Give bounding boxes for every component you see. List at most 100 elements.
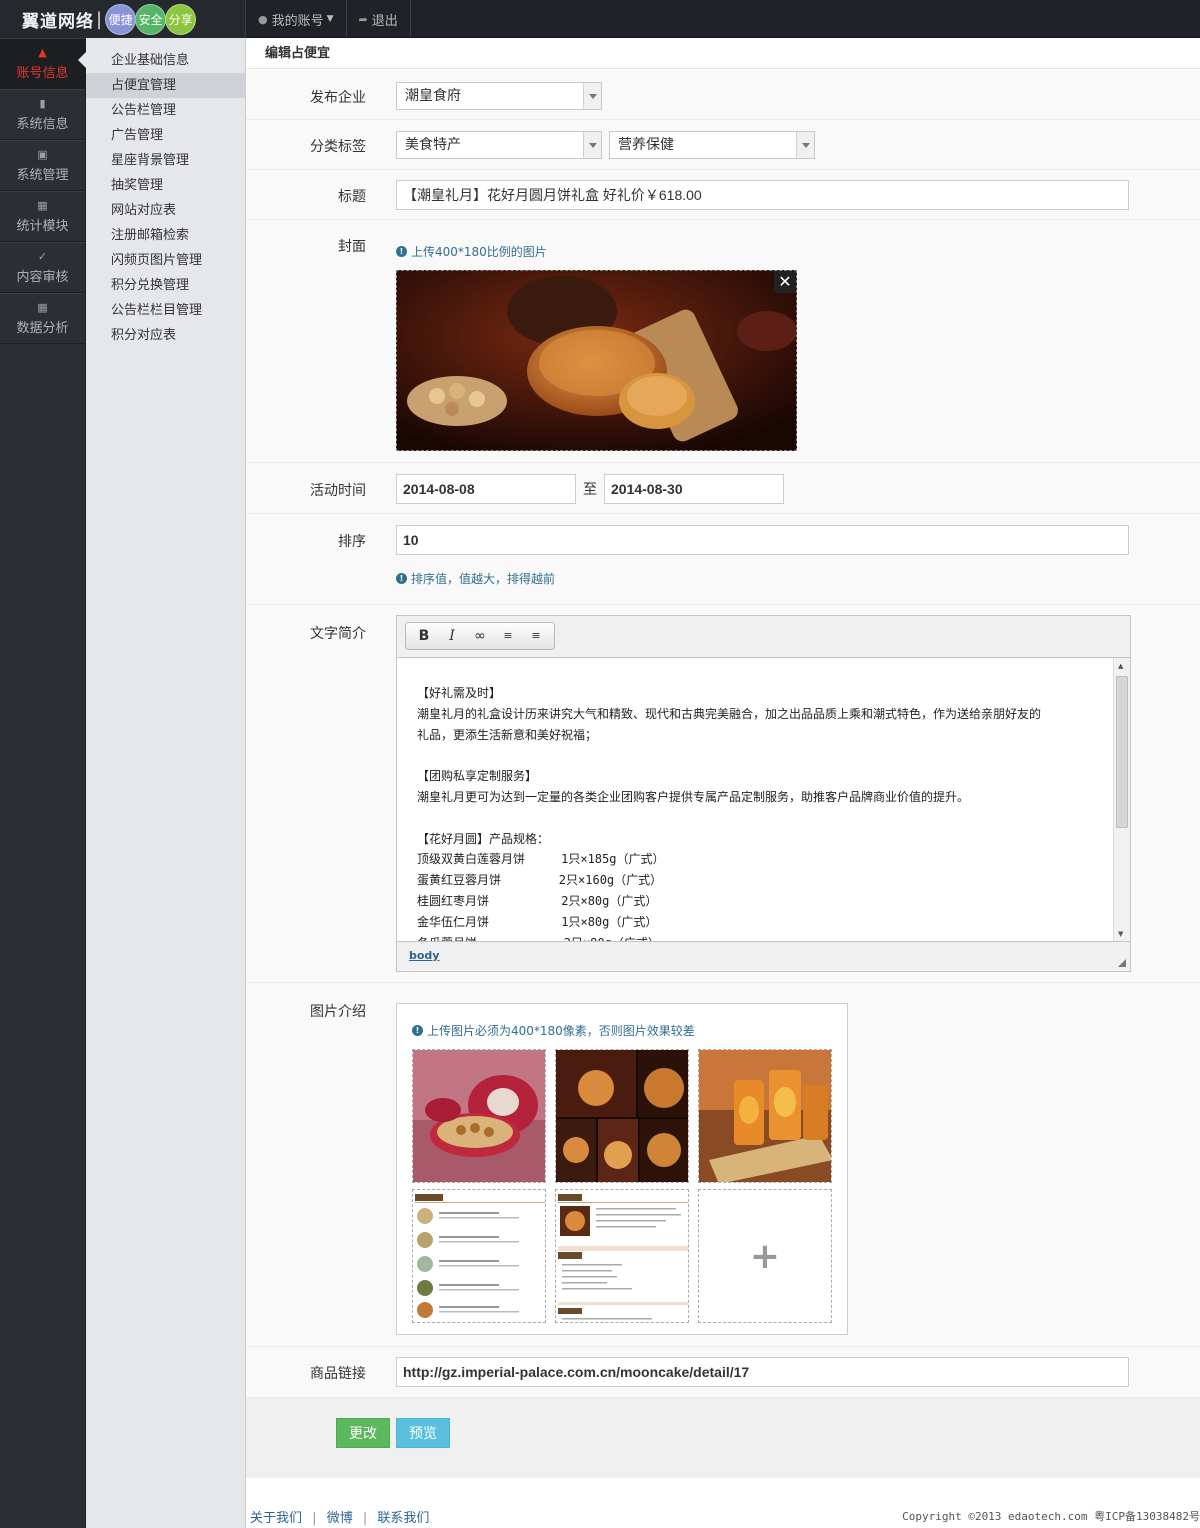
link-label: 商品链接 xyxy=(310,1366,366,1382)
gallery-image-brochure-2[interactable] xyxy=(555,1189,689,1323)
product-link-input[interactable]: http://gz.imperial-palace.com.cn/mooncak… xyxy=(396,1357,1129,1387)
brand-logo[interactable]: 翼道网络 | 便捷 安全 分享 xyxy=(0,0,246,38)
company-select-value: 潮皇食府 xyxy=(405,88,461,104)
sidenav-item-system-manage[interactable]: ▣ 系统管理 xyxy=(0,140,85,191)
submenu-item-active[interactable]: 占便宜管理 xyxy=(86,73,245,98)
submenu-item[interactable]: 公告栏栏目管理 xyxy=(86,298,245,323)
form-row-category: 分类标签 美食特产 营养保健 xyxy=(246,120,1200,170)
main-content: 编辑占便宜 发布企业 潮皇食府 分类标签 美食特产 营养保健 标题 【潮皇礼月】… xyxy=(246,38,1200,1528)
category-select-secondary[interactable]: 营养保健 xyxy=(609,131,815,159)
gallery-image-brochure-1[interactable] xyxy=(412,1189,546,1323)
sort-label: 排序 xyxy=(338,534,366,550)
submenu-item[interactable]: 抽奖管理 xyxy=(86,173,245,198)
top-nav: ● 我的账号 ▼ ➦ 退出 xyxy=(246,0,411,38)
cover-image[interactable]: ✕ xyxy=(396,270,797,451)
editor-content-area[interactable]: 【好礼需及时】 潮皇礼月的礼盒设计历来讲究大气和精致、现代和古典完美融合，加之出… xyxy=(397,658,1130,942)
category-select-primary[interactable]: 美食特产 xyxy=(396,131,602,159)
close-icon[interactable]: ✕ xyxy=(774,271,796,293)
cover-label: 封面 xyxy=(338,239,366,255)
add-image-button[interactable]: + xyxy=(698,1189,832,1323)
editor-status-bar: body xyxy=(397,941,1130,971)
cover-hint-text: 上传400*180比例的图片 xyxy=(411,245,547,259)
brand-separator: | xyxy=(96,8,103,30)
logout-link[interactable]: ➦ 退出 xyxy=(347,0,411,38)
unordered-list-icon[interactable]: ≡ xyxy=(522,623,550,649)
sidenav-item-system-info[interactable]: ▮ 系统信息 xyxy=(0,89,85,140)
bold-icon[interactable]: B xyxy=(410,623,438,649)
grid-icon: ▦ xyxy=(37,199,48,212)
date-range-separator: 至 xyxy=(583,482,597,498)
element-path-link[interactable]: body xyxy=(409,949,439,962)
editor-line: 礼品，更添生活新意和美好祝福； xyxy=(417,727,598,742)
side-nav: ▲ 账号信息 ▮ 系统信息 ▣ 系统管理 ▦ 统计模块 ✓ 内容审核 ▦ 数据分… xyxy=(0,38,86,1528)
signal-icon: ▮ xyxy=(39,97,46,110)
scroll-down-icon[interactable]: ▼ xyxy=(1118,930,1123,938)
submenu-item[interactable]: 积分兑换管理 xyxy=(86,273,245,298)
sidenav-item-account[interactable]: ▲ 账号信息 xyxy=(0,38,85,89)
end-date-input[interactable]: 2014-08-30 xyxy=(604,474,784,504)
preview-button[interactable]: 预览 xyxy=(396,1418,450,1448)
gallery-image-collage[interactable] xyxy=(555,1049,689,1183)
sidenav-label: 数据分析 xyxy=(16,321,69,336)
form-row-cover: 封面 ! 上传400*180比例的图片 ✕ xyxy=(246,220,1200,463)
intro-label: 文字简介 xyxy=(310,626,366,642)
editor-line: 【好礼需及时】 xyxy=(417,686,502,700)
start-date-input[interactable]: 2014-08-08 xyxy=(396,474,576,504)
editor-line: 潮皇礼月更可为达到一定量的各类企业团购客户提供专属产品定制服务，助推客户品牌商业… xyxy=(417,789,970,804)
link-icon[interactable]: ∞ xyxy=(466,623,494,649)
brochure-info-image xyxy=(556,1190,688,1322)
footer-link-weibo[interactable]: 微博 xyxy=(327,1511,353,1526)
format-button-group: B I ∞ ≡ ≡ xyxy=(405,622,555,650)
info-icon: ! xyxy=(396,573,407,584)
editor-scrollbar[interactable]: ▲ ▼ xyxy=(1113,658,1130,942)
sidenav-item-statistics[interactable]: ▦ 统计模块 xyxy=(0,191,85,242)
scrollbar-thumb[interactable] xyxy=(1116,676,1128,828)
sidenav-item-review[interactable]: ✓ 内容审核 xyxy=(0,242,85,293)
grid-icon: ▦ xyxy=(37,301,48,314)
submenu-item[interactable]: 星座背景管理 xyxy=(86,148,245,173)
copyright-text: Copyright ©2013 edaotech.com 粤ICP备130384… xyxy=(902,1510,1200,1523)
gift-box-photo xyxy=(413,1050,545,1182)
editor-line: 桂圆红枣月饼 2只×80g（广式） xyxy=(417,893,658,908)
brand-badge-safe: 安全 xyxy=(135,3,167,35)
brand-badge-convenient: 便捷 xyxy=(105,3,137,35)
editor-line: 【花好月圆】产品规格： xyxy=(417,831,550,846)
submenu-item[interactable]: 广告管理 xyxy=(86,123,245,148)
submenu-item[interactable]: 注册邮箱检索 xyxy=(86,223,245,248)
sliced-mooncake-photo xyxy=(699,1050,831,1182)
ordered-list-icon[interactable]: ≡ xyxy=(494,623,522,649)
caret-down-icon: ▼ xyxy=(326,14,334,24)
sidenav-item-analytics[interactable]: ▦ 数据分析 xyxy=(0,293,85,344)
form-row-intro: 文字简介 B I ∞ ≡ ≡ 【好礼需及时】 潮皇礼月的礼盒设计历来讲究大气和精… xyxy=(246,605,1200,983)
company-select[interactable]: 潮皇食府 xyxy=(396,82,602,110)
scroll-up-icon[interactable]: ▲ xyxy=(1118,662,1123,670)
gallery-hint: ! 上传图片必须为400*180像素，否则图片效果较差 xyxy=(412,1022,695,1039)
form-row-gallery: 图片介绍 ! 上传图片必须为400*180像素，否则图片效果较差 + xyxy=(246,983,1200,1347)
footer-link-about[interactable]: 关于我们 xyxy=(250,1511,302,1526)
gallery-image-gift-box[interactable] xyxy=(412,1049,546,1183)
submenu-item[interactable]: 积分对应表 xyxy=(86,323,245,348)
my-account-dropdown[interactable]: ● 我的账号 ▼ xyxy=(246,0,347,38)
submenu-item[interactable]: 网站对应表 xyxy=(86,198,245,223)
footer-link-contact[interactable]: 联系我们 xyxy=(377,1511,429,1526)
brochure-page-image xyxy=(413,1190,545,1322)
submenu-item[interactable]: 公告栏管理 xyxy=(86,98,245,123)
submenu-item[interactable]: 企业基础信息 xyxy=(86,48,245,73)
italic-icon[interactable]: I xyxy=(438,623,466,649)
resize-handle-icon[interactable] xyxy=(1118,959,1126,967)
chevron-down-icon xyxy=(583,132,601,158)
gallery-image-sliced-mooncake[interactable] xyxy=(698,1049,832,1183)
editor-line: 蛋黄红豆蓉月饼 2只×160g（广式） xyxy=(417,873,663,888)
sidenav-label: 系统信息 xyxy=(16,117,69,132)
rich-text-editor: B I ∞ ≡ ≡ 【好礼需及时】 潮皇礼月的礼盒设计历来讲究大气和精致、现代和… xyxy=(396,615,1131,972)
submenu-item[interactable]: 闪频页图片管理 xyxy=(86,248,245,273)
logout-label: 退出 xyxy=(371,13,398,29)
user-icon: ● xyxy=(258,12,268,26)
editor-line: 金华伍仁月饼 1只×80g（广式） xyxy=(417,914,658,929)
save-button[interactable]: 更改 xyxy=(336,1418,390,1448)
sort-input[interactable]: 10 xyxy=(396,525,1129,555)
editor-line: 潮皇礼月的礼盒设计历来讲究大气和精致、现代和古典完美融合，加之出品品质上乘和潮式… xyxy=(417,706,1042,721)
title-input[interactable]: 【潮皇礼月】花好月圆月饼礼盒 好礼价￥618.00 xyxy=(396,180,1129,210)
chevron-down-icon xyxy=(796,132,814,158)
